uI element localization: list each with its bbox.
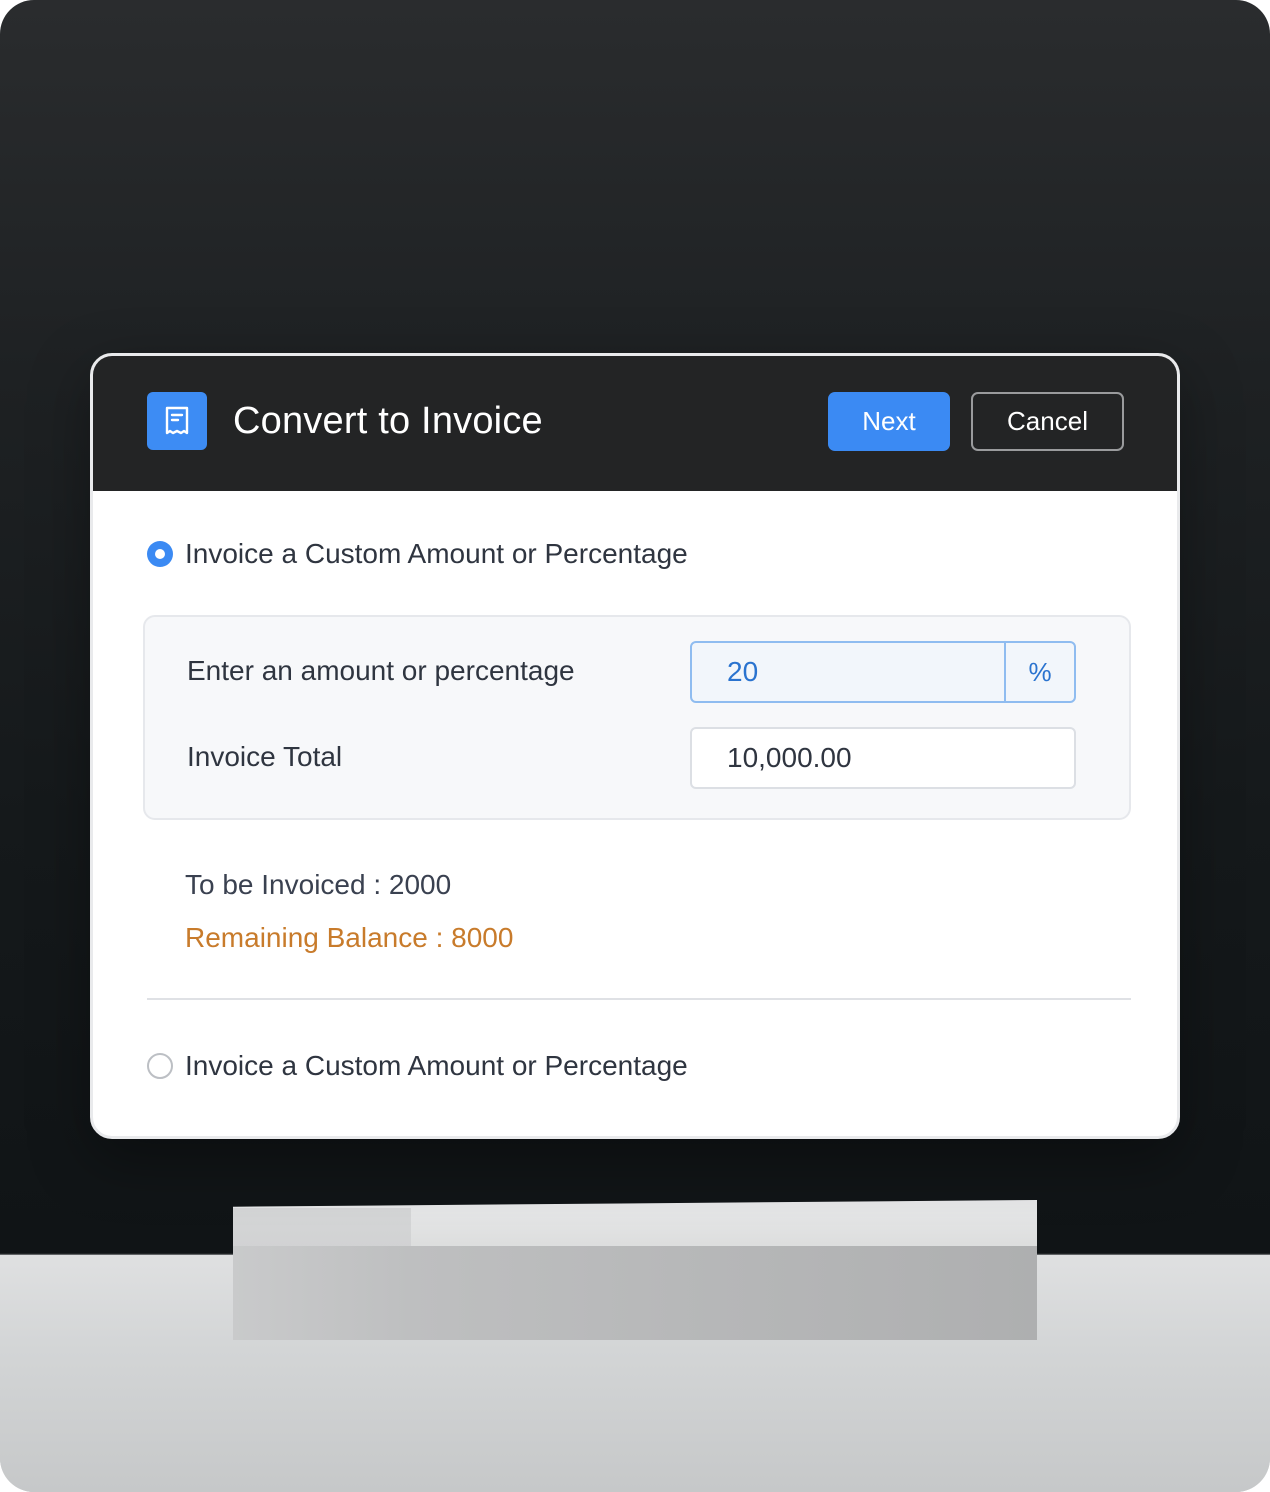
- remaining-balance-text: Remaining Balance : 8000: [185, 922, 514, 953]
- option-label: Invoice a Custom Amount or Percentage: [185, 538, 688, 569]
- divider: [147, 998, 1131, 1000]
- invoice-total-label: Invoice Total: [187, 741, 343, 772]
- dialog-title: Convert to Invoice: [233, 400, 543, 442]
- to-be-invoiced-text: To be Invoiced : 2000: [185, 869, 452, 900]
- next-button[interactable]: Next: [828, 392, 950, 451]
- radio-selected-icon[interactable]: [147, 541, 173, 567]
- option-label: Invoice a Custom Amount or Percentage: [185, 1050, 688, 1081]
- amount-input[interactable]: 20 %: [690, 641, 1076, 703]
- cancel-button[interactable]: Cancel: [971, 392, 1124, 451]
- convert-to-invoice-dialog: Convert to Invoice Next Cancel Invoice a…: [90, 353, 1180, 1139]
- background-scene: Convert to Invoice Next Cancel Invoice a…: [0, 0, 1270, 1492]
- dialog-header: Convert to Invoice Next Cancel: [93, 356, 1177, 491]
- invoice-total-field[interactable]: 10,000.00: [690, 727, 1076, 789]
- amount-panel: Enter an amount or percentage 20 % Invoi…: [143, 615, 1131, 820]
- receipt-icon: [147, 392, 207, 450]
- amount-value[interactable]: 20: [692, 643, 1004, 701]
- radio-unselected-icon[interactable]: [147, 1053, 173, 1079]
- amount-label: Enter an amount or percentage: [187, 655, 575, 686]
- option-custom-amount-selected[interactable]: Invoice a Custom Amount or Percentage: [147, 538, 688, 570]
- option-custom-amount-unselected[interactable]: Invoice a Custom Amount or Percentage: [147, 1050, 688, 1082]
- percent-suffix[interactable]: %: [1004, 643, 1074, 701]
- pedestal-front: [233, 1246, 1037, 1340]
